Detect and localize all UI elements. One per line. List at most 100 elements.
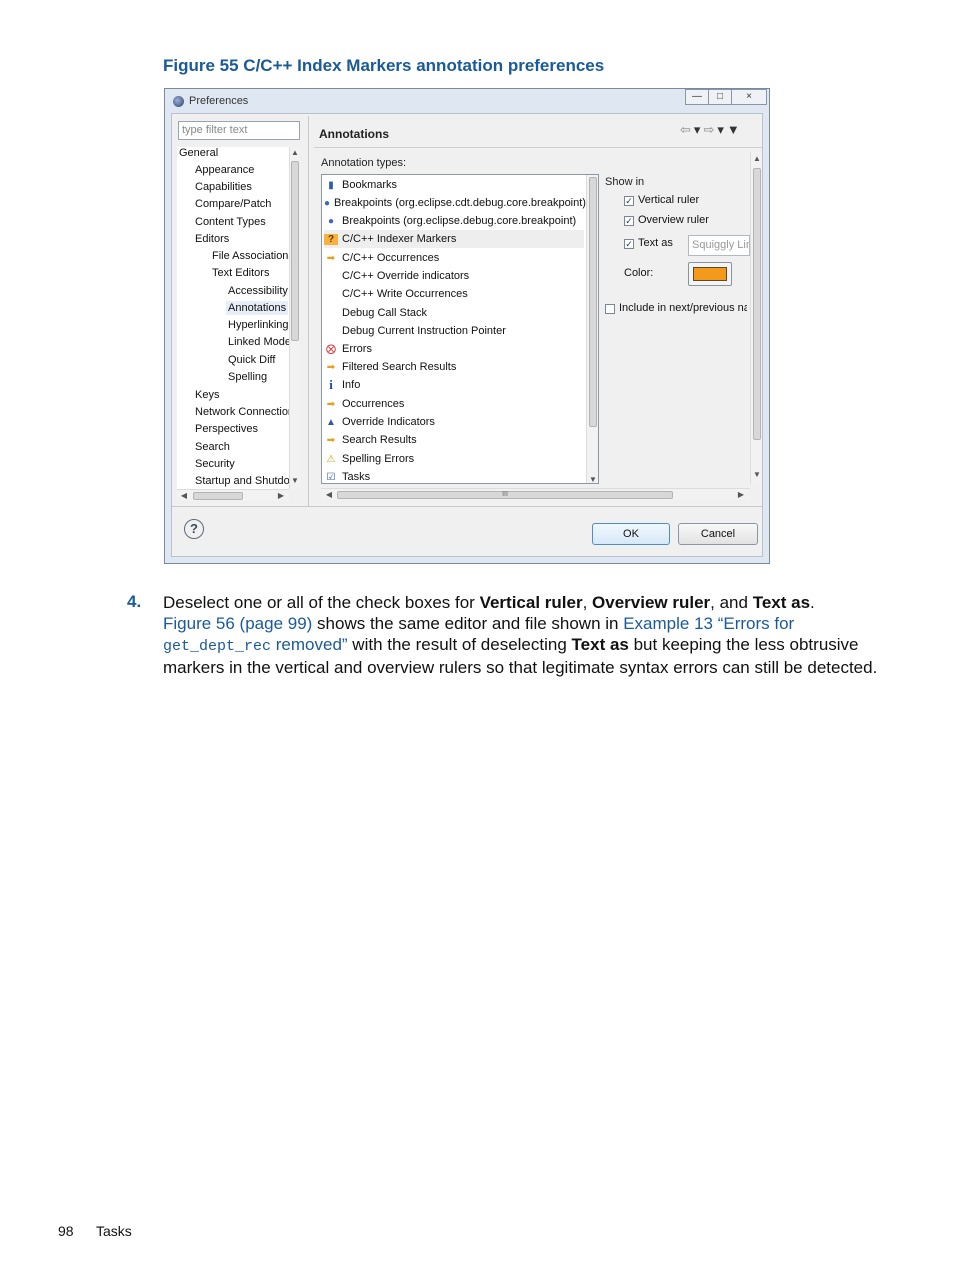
list-item[interactable]: ● Breakpoints (org.eclipse.cdt.debug.core… <box>324 194 586 212</box>
tree-item-appearance[interactable]: Appearance <box>195 164 254 176</box>
list-item[interactable]: C/C++ Write Occurrences <box>324 285 584 303</box>
help-icon[interactable]: ? <box>184 519 204 539</box>
list-item[interactable]: ● Breakpoints (org.eclipse.debug.core.bre… <box>324 212 584 230</box>
tree-item-spelling[interactable]: Spelling <box>228 371 267 383</box>
scroll-up-arrow-icon[interactable]: ▲ <box>289 148 301 158</box>
bookmark-icon: ▮ <box>328 179 334 191</box>
tree-item-annotations[interactable]: Annotations <box>226 301 289 315</box>
back-arrow-icon[interactable]: ⇦ <box>680 122 694 137</box>
preferences-dialog: Preferences — □ × type filter text Gener… <box>164 88 770 564</box>
tree-item-accessibility[interactable]: Accessibility <box>228 285 288 297</box>
spelling-warning-icon: ⚠ <box>326 453 336 465</box>
list-item[interactable]: ▲ Override Indicators <box>324 413 584 431</box>
figure-caption: Figure 55 C/C++ Index Markers annotation… <box>163 56 605 75</box>
scroll-down-arrow-icon[interactable]: ▼ <box>751 470 763 480</box>
list-item[interactable]: ➡ Filtered Search Results <box>324 358 584 376</box>
scroll-right-arrow-icon[interactable]: ▶ <box>735 490 747 500</box>
occurrence-arrow-icon: ➡ <box>326 398 336 410</box>
forward-arrow-icon[interactable]: ⇨ <box>703 122 717 137</box>
tree-item-compare-patch[interactable]: Compare/Patch <box>195 198 271 210</box>
occurrence-arrow-icon: ➡ <box>326 252 336 264</box>
emphasis-text-as: Text as <box>752 593 811 612</box>
vertical-ruler-checkbox[interactable]: ✓ <box>624 196 634 206</box>
close-button[interactable]: × <box>731 89 767 105</box>
tree-vertical-scrollbar[interactable]: ▲ ▼ <box>289 147 300 489</box>
view-menu-icon[interactable]: ▼ <box>727 122 743 137</box>
list-vertical-scrollbar[interactable]: ▼ <box>586 175 599 485</box>
eclipse-app-icon <box>173 95 184 107</box>
tree-item-linked-mode[interactable]: Linked Mode <box>228 336 289 348</box>
tree-item-content-types[interactable]: Content Types <box>195 216 266 228</box>
dialog-title: Preferences <box>189 95 249 107</box>
list-item[interactable]: C/C++ Override indicators <box>324 267 584 285</box>
text-as-checkbox[interactable]: ✓ <box>624 239 634 249</box>
tree-item-security[interactable]: Security <box>195 458 235 470</box>
scroll-down-arrow-icon[interactable]: ▼ <box>289 476 301 486</box>
page-vertical-scrollbar[interactable]: ▲ ▼ <box>750 152 762 484</box>
scroll-left-arrow-icon[interactable]: ◀ <box>323 490 335 500</box>
list-item[interactable]: ➡ Search Results <box>324 431 584 449</box>
scroll-right-arrow-icon[interactable]: ▶ <box>275 491 287 501</box>
scroll-thumb[interactable] <box>589 177 597 427</box>
scroll-down-arrow-icon[interactable]: ▼ <box>587 475 599 485</box>
scroll-thumb[interactable]: III <box>337 491 673 499</box>
tree-item-text-editors[interactable]: Text Editors <box>212 267 269 279</box>
list-item[interactable]: ➡ Occurrences <box>324 395 584 413</box>
minimize-button[interactable]: — <box>685 89 709 105</box>
annotation-types-list: ▮ Bookmarks ● Breakpoints (org.eclipse.cdt… <box>321 174 599 484</box>
tree-item-editors[interactable]: Editors <box>195 233 229 245</box>
overview-ruler-checkbox[interactable]: ✓ <box>624 216 634 226</box>
tree-item-general[interactable]: General <box>179 147 218 159</box>
scroll-up-arrow-icon[interactable]: ▲ <box>751 154 763 164</box>
list-item[interactable]: ? C/C++ Indexer Markers <box>324 230 584 248</box>
text-as-style-select[interactable]: Squiggly Line <box>688 235 750 256</box>
breakpoint-icon: ● <box>324 197 331 209</box>
maximize-button[interactable]: □ <box>708 89 732 105</box>
scroll-thumb[interactable] <box>753 168 761 440</box>
list-item[interactable]: ⨂ Errors <box>324 340 584 358</box>
tree-item-network-connections[interactable]: Network Connections <box>195 406 289 418</box>
list-item[interactable]: Debug Current Instruction Pointer <box>324 322 584 340</box>
dialog-titlebar: Preferences <box>173 92 248 110</box>
filter-input[interactable]: type filter text <box>178 121 300 140</box>
button-bar-divider <box>172 506 762 507</box>
dialog-content: type filter text General Appearance Capa… <box>171 113 763 557</box>
error-icon: ⨂ <box>326 343 336 355</box>
tree-item-file-associations[interactable]: File Associations <box>212 250 289 262</box>
tree-horizontal-scrollbar[interactable]: ◀ ▶ <box>177 489 289 501</box>
tree-item-search[interactable]: Search <box>195 441 230 453</box>
emphasis-vertical-ruler: Vertical ruler <box>479 593 583 612</box>
tree-item-hyperlinking[interactable]: Hyperlinking <box>228 319 289 331</box>
list-item[interactable]: Debug Call Stack <box>324 304 584 322</box>
indexer-marker-icon: ? <box>324 233 338 245</box>
tree-item-keys[interactable]: Keys <box>195 389 219 401</box>
page-horizontal-scrollbar[interactable]: ◀ III ▶ <box>321 488 750 500</box>
tree-item-quick-diff[interactable]: Quick Diff <box>228 354 275 366</box>
color-label: Color: <box>624 267 654 279</box>
emphasis-text-as: Text as <box>571 635 629 654</box>
chevron-down-icon[interactable]: ▾ <box>717 122 727 137</box>
scroll-left-arrow-icon[interactable]: ◀ <box>178 491 190 501</box>
include-navigation-checkbox[interactable] <box>605 304 615 314</box>
annotation-types-label: Annotation types: <box>321 157 407 169</box>
scroll-thumb[interactable] <box>193 492 243 500</box>
breakpoint-icon: ● <box>327 215 335 227</box>
figure-56-link[interactable]: Figure 56 (page 99) <box>163 614 312 633</box>
scroll-thumb[interactable] <box>291 161 299 341</box>
ok-button[interactable]: OK <box>592 523 670 545</box>
list-item[interactable]: i Info <box>324 376 584 394</box>
chevron-down-icon[interactable]: ▾ <box>694 122 704 137</box>
list-item[interactable]: ⚠ Spelling Errors <box>324 450 584 468</box>
sash-divider[interactable] <box>308 116 309 506</box>
info-icon: i <box>329 377 333 392</box>
footer-section: Tasks <box>96 1223 132 1239</box>
color-picker-button[interactable] <box>688 262 732 286</box>
cancel-button[interactable]: Cancel <box>678 523 758 545</box>
list-item[interactable]: ➡ C/C++ Occurrences <box>324 249 584 267</box>
tree-item-perspectives[interactable]: Perspectives <box>195 423 258 435</box>
tree-item-startup-shutdown[interactable]: Startup and Shutdown <box>195 475 289 487</box>
list-item[interactable]: ☑ Tasks <box>324 468 584 483</box>
tree-item-capabilities[interactable]: Capabilities <box>195 181 252 193</box>
list-item[interactable]: ▮ Bookmarks <box>324 176 584 194</box>
page-number: 98 <box>58 1223 74 1239</box>
